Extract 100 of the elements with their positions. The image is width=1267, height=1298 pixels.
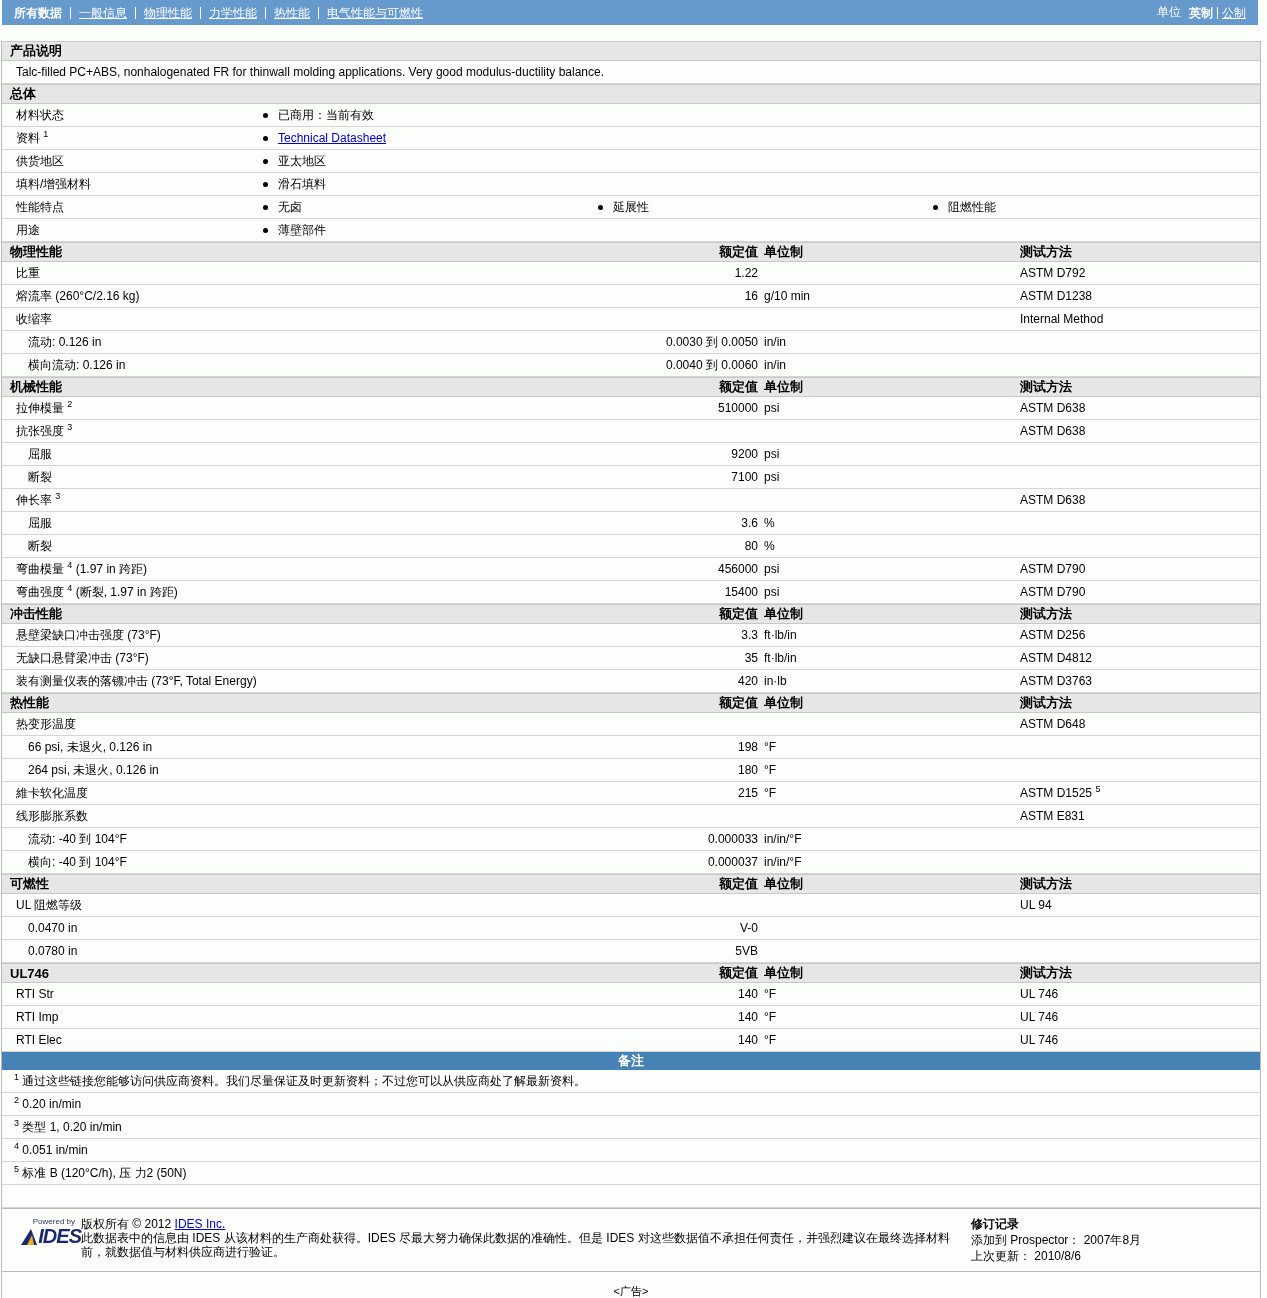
- row-value: 510000: [716, 401, 758, 415]
- row-value: 5VB: [734, 944, 758, 958]
- note-text: $^{5}$ 标准 B (120°C/h), 压 力2 (50N): [14, 1164, 187, 1182]
- datasheet-link[interactable]: Technical Datasheet: [278, 131, 387, 145]
- nav-tab[interactable]: 电气性能与可燃性: [318, 6, 431, 19]
- row-value: 140: [736, 1033, 758, 1047]
- test-method: ASTM D256: [1020, 628, 1087, 642]
- test-method: UL 746: [1020, 987, 1060, 1001]
- row-value: 15400: [723, 585, 758, 599]
- row-value: 无卤: [278, 198, 302, 216]
- row-unit: °F: [764, 1010, 778, 1024]
- row-value: 9200: [730, 447, 758, 461]
- unit-option[interactable]: 英制: [1185, 6, 1217, 19]
- row-label: 横向: -40 到 104°F: [27, 853, 128, 871]
- ad-label: <广告>: [612, 1284, 650, 1298]
- column-header: 额定值: [718, 378, 758, 396]
- column-header: 单位制: [764, 605, 804, 623]
- test-method: ASTM D790: [1020, 585, 1087, 599]
- column-header: 测试方法: [1020, 243, 1073, 261]
- test-method: ASTM D3763: [1020, 674, 1094, 688]
- test-method: ASTM E831: [1020, 809, 1086, 823]
- revision-line: 添加到 Prospector： 2007年8月: [971, 1232, 1142, 1248]
- row-unit: g/10 min: [764, 289, 812, 303]
- nav-tab[interactable]: 热性能: [265, 6, 318, 19]
- row-value: 420: [736, 674, 758, 688]
- row-label: 流动: 0.126 in: [27, 333, 103, 351]
- bullet-icon: [598, 204, 603, 210]
- section-title: 物理性能: [9, 243, 63, 261]
- row-label: 材料状态: [15, 106, 65, 124]
- note-text: $^{2}$ 0.20 in/min: [14, 1097, 82, 1111]
- note-text: $^{3}$ 类型 1, 0.20 in/min: [14, 1118, 122, 1136]
- row-unit: °F: [764, 763, 778, 777]
- test-method: ASTM D648: [1020, 717, 1087, 731]
- row-value: 薄壁部件: [278, 221, 326, 239]
- row-label: 維卡软化温度: [15, 784, 89, 802]
- notes-title: 备注: [618, 1052, 644, 1070]
- row-value: V-0: [739, 921, 758, 935]
- section-title: 总体: [8, 85, 36, 103]
- nav-tab[interactable]: 一般信息: [70, 6, 135, 19]
- row-unit: °F: [764, 1033, 778, 1047]
- row-unit: in/in: [764, 358, 787, 372]
- nav-tab[interactable]: 力学性能: [200, 6, 265, 19]
- nav-tab[interactable]: 物理性能: [135, 6, 200, 19]
- unit-option[interactable]: 公制: [1217, 6, 1250, 19]
- row-unit: ft·lb/in: [764, 651, 798, 665]
- row-label: 横向流动: 0.126 in: [27, 356, 127, 374]
- row-unit: psi: [764, 585, 781, 599]
- row-label: 断裂: [27, 537, 53, 555]
- test-method: UL 746: [1020, 1010, 1060, 1024]
- column-header: 测试方法: [1020, 875, 1073, 893]
- test-method: ASTM D792: [1020, 266, 1087, 280]
- row-value: 215: [736, 786, 758, 800]
- row-unit: °F: [764, 740, 778, 754]
- row-unit: ft·lb/in: [764, 628, 798, 642]
- row-value: 滑石填料: [278, 175, 326, 193]
- logo-name: IDES: [38, 1226, 81, 1246]
- revision-line: 上次更新： 2010/8/6: [971, 1248, 1083, 1264]
- row-label: UL 阻燃等级: [15, 896, 84, 914]
- row-label: 屈服: [27, 514, 53, 532]
- row-value: 80: [743, 539, 758, 553]
- row-label: 填料/增强材料: [15, 175, 93, 193]
- row-label: 抗张强度 $^{3}$: [15, 422, 74, 440]
- row-value: 7100: [730, 470, 758, 484]
- row-label: 无缺口悬臂梁冲击 (73°F): [15, 649, 150, 667]
- row-unit: psi: [764, 562, 781, 576]
- row-value: 0.000033: [706, 832, 758, 846]
- column-header: 测试方法: [1020, 964, 1073, 982]
- company-link[interactable]: IDES Inc.: [174, 1217, 226, 1231]
- row-label: 0.0470 in: [27, 921, 79, 935]
- row-unit: in/in: [764, 335, 787, 349]
- row-label: 供货地区: [15, 152, 65, 170]
- row-label: 0.0780 in: [27, 944, 79, 958]
- row-value: 0.000037: [706, 855, 758, 869]
- column-header: 额定值: [718, 964, 758, 982]
- row-label: 比重: [15, 264, 41, 282]
- revision-title: 修订记录: [971, 1216, 1020, 1232]
- row-label: 264 psi, 未退火, 0.126 in: [27, 761, 160, 779]
- row-unit: %: [764, 539, 776, 553]
- column-header: 单位制: [764, 694, 804, 712]
- column-header: 单位制: [764, 875, 804, 893]
- row-value: 180: [736, 763, 758, 777]
- column-header: 额定值: [718, 875, 758, 893]
- column-header: 额定值: [718, 694, 758, 712]
- logo-tagline: Powered by: [32, 1217, 75, 1226]
- section-title: 冲击性能: [9, 605, 63, 623]
- column-header: 单位制: [764, 964, 804, 982]
- row-label: RTI Elec: [15, 1033, 63, 1047]
- column-header: 测试方法: [1020, 694, 1073, 712]
- test-method: ASTM D638: [1020, 401, 1087, 415]
- row-label: 流动: -40 到 104°F: [27, 830, 128, 848]
- nav-tab[interactable]: 所有数据: [14, 6, 70, 19]
- test-method: ASTM D638: [1020, 493, 1087, 507]
- row-value: 0.0030 到 0.0050: [664, 333, 758, 351]
- column-header: 额定值: [718, 605, 758, 623]
- bullet-icon: [263, 135, 268, 141]
- row-value: 1.22: [733, 266, 758, 280]
- row-unit: in/in/°F: [764, 832, 803, 846]
- row-unit: in/in/°F: [764, 855, 803, 869]
- bullet-icon: [933, 204, 938, 210]
- section-title: 可燃性: [9, 875, 50, 893]
